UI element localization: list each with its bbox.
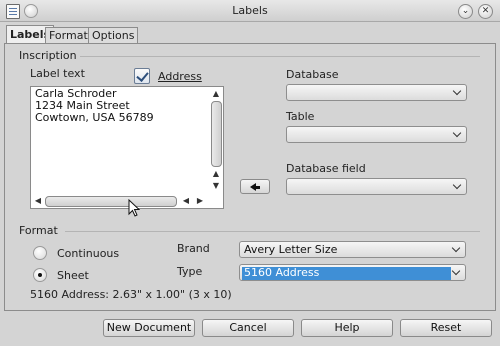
title-bar: Labels ⌄ ✕ — [0, 0, 500, 22]
scroll-left-icon[interactable]: ◀ — [32, 195, 44, 207]
database-select[interactable] — [286, 84, 467, 101]
table-select[interactable] — [286, 126, 467, 143]
horizontal-scrollbar[interactable]: ◀ ◀ ▶ — [32, 195, 210, 208]
minimize-icon[interactable]: ⌄ — [458, 4, 473, 19]
reset-button[interactable]: Reset — [400, 319, 492, 337]
inscription-divider — [80, 56, 480, 57]
label-text-label: Label text — [30, 67, 85, 80]
brand-label: Brand — [177, 242, 210, 255]
type-select[interactable]: 5160 Address — [239, 264, 466, 281]
scroll-up-icon[interactable]: ▲ — [210, 168, 222, 180]
horizontal-scroll-thumb[interactable] — [45, 196, 177, 207]
arrow-left-icon — [250, 183, 260, 191]
chevron-down-icon — [453, 182, 462, 191]
mouse-pointer-icon — [128, 199, 140, 217]
inscription-group-label: Inscription — [19, 49, 77, 62]
address-checkbox-label[interactable]: Address — [158, 70, 202, 83]
format-divider — [65, 231, 480, 232]
scroll-right-icon[interactable]: ▶ — [194, 195, 206, 207]
chevron-down-icon — [452, 245, 461, 254]
label-text-value: Carla Schroder 1234 Main Street Cowtown,… — [35, 87, 154, 124]
type-select-value: 5160 Address — [244, 266, 320, 279]
database-field-label: Database field — [286, 162, 366, 175]
chevron-down-icon — [452, 268, 461, 277]
type-label: Type — [177, 265, 203, 278]
insert-field-button[interactable] — [240, 179, 270, 194]
sheet-radio[interactable] — [33, 268, 47, 282]
database-label: Database — [286, 68, 339, 81]
vertical-scroll-thumb[interactable] — [211, 101, 222, 167]
scroll-left-icon[interactable]: ◀ — [180, 195, 192, 207]
new-document-button[interactable]: New Document — [103, 319, 195, 337]
continuous-radio-label[interactable]: Continuous — [57, 247, 119, 260]
sheet-radio-label[interactable]: Sheet — [57, 269, 89, 282]
continuous-radio[interactable] — [33, 246, 47, 260]
brand-select[interactable]: Avery Letter Size — [239, 241, 466, 258]
scroll-up-icon[interactable]: ▲ — [210, 88, 222, 100]
chevron-down-icon — [453, 130, 462, 139]
brand-select-value: Avery Letter Size — [244, 243, 338, 256]
cancel-button[interactable]: Cancel — [202, 319, 294, 337]
address-checkbox[interactable] — [134, 68, 150, 84]
label-text-area[interactable]: Carla Schroder 1234 Main Street Cowtown,… — [30, 86, 224, 209]
format-group-label: Format — [19, 224, 58, 237]
database-field-select[interactable] — [286, 178, 467, 195]
tab-format[interactable]: Format — [45, 27, 92, 44]
window-title: Labels — [232, 4, 268, 17]
label-size-summary: 5160 Address: 2.63" x 1.00" (3 x 10) — [30, 288, 232, 301]
help-button[interactable]: Help — [301, 319, 393, 337]
vertical-scrollbar[interactable]: ▲ ▲ ▼ — [210, 88, 223, 194]
chevron-down-icon — [453, 88, 462, 97]
tab-options[interactable]: Options — [88, 27, 139, 44]
table-label: Table — [286, 110, 315, 123]
close-icon[interactable]: ✕ — [478, 4, 493, 19]
scroll-down-icon[interactable]: ▼ — [210, 180, 222, 192]
